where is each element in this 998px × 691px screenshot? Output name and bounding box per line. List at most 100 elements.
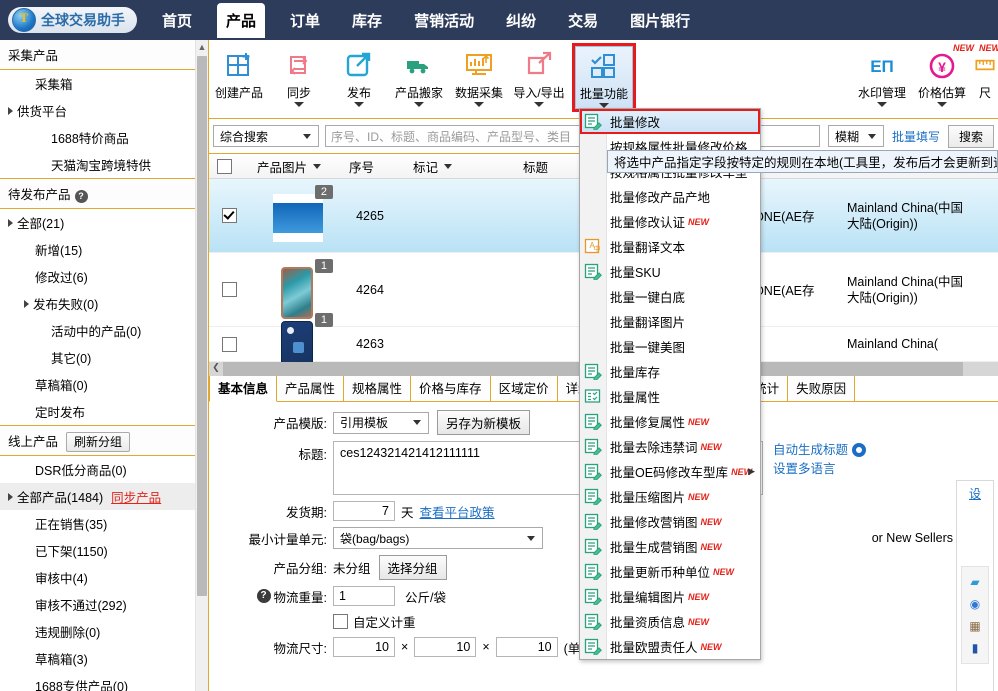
sidebar-item-2-4[interactable]: 审核中(4) (0, 564, 208, 591)
sidebar-item-1-6[interactable]: 草稿箱(0) (0, 371, 208, 398)
chevron-down-icon[interactable] (414, 102, 424, 107)
table-header-cell-0[interactable]: 产品图片 (249, 157, 341, 176)
menu-item-11[interactable]: 批量属性 (580, 384, 760, 409)
menu-item-18[interactable]: 批量更新币种单位 NEW (580, 559, 760, 584)
shipping-period-input[interactable]: 7 (333, 501, 395, 521)
sidebar-scrollbar[interactable]: ▲ (195, 40, 208, 691)
table-header-cell-2[interactable]: 标记 (405, 157, 515, 176)
tab-1[interactable]: 产品属性 (276, 373, 345, 401)
gear-icon[interactable] (852, 443, 867, 457)
sidebar-item-2-7[interactable]: 草稿箱(3) (0, 645, 208, 672)
sidebar-item-2-0[interactable]: DSR低分商品(0) (0, 456, 208, 483)
sidebar-item-2-6[interactable]: 违规删除(0) (0, 618, 208, 645)
sidebar-item-2-8[interactable]: 1688专供产品(0) (0, 672, 208, 691)
save-as-template-button[interactable]: 另存为新模板 (437, 410, 531, 435)
ribbon-button-6[interactable]: 批量功能 (572, 43, 636, 112)
tab-2[interactable]: 规格属性 (343, 373, 412, 401)
ribbon-button-4[interactable]: 数据采集 (449, 46, 509, 109)
sidebar-item-0-0[interactable]: 采集箱 (0, 70, 208, 97)
menu-item-0[interactable]: 批量修改 (580, 109, 760, 134)
scroll-up-icon[interactable]: ▲ (196, 40, 208, 54)
chevron-down-icon[interactable] (444, 163, 453, 169)
menu-item-17[interactable]: 批量生成营销图 NEW (580, 534, 760, 559)
table-header-cell-1[interactable]: 序号 (341, 157, 405, 176)
sidebar-item-0-1[interactable]: 供货平台 (0, 97, 208, 124)
scroll-left-icon[interactable]: ❮ (209, 362, 223, 373)
template-select[interactable]: 引用模板 (333, 411, 429, 434)
chevron-down-icon[interactable] (294, 102, 304, 107)
menu-item-16[interactable]: 批量修改营销图 NEW (580, 509, 760, 534)
ribbon-right-button-2[interactable]: 尺 NEW (972, 43, 998, 107)
chevron-down-icon[interactable] (534, 102, 544, 107)
ribbon-right-button-1[interactable]: ¥ 价格估算 NEW (912, 43, 974, 107)
tab-0[interactable]: 基本信息 (209, 373, 278, 402)
select-group-button[interactable]: 选择分组 (378, 555, 447, 580)
help-icon[interactable]: ? (74, 190, 88, 203)
search-button[interactable]: 搜索 (947, 124, 994, 148)
nav-item-5[interactable]: 纠纷 (499, 4, 543, 37)
sidebar-item-1-0[interactable]: 全部(21) (0, 209, 208, 236)
sidebar-item-1-5[interactable]: 其它(0) (0, 344, 208, 371)
menu-item-10[interactable]: 批量库存 (580, 359, 760, 384)
help-icon[interactable]: ? (256, 589, 271, 603)
match-mode-select[interactable]: 模糊 (827, 125, 884, 147)
sidebar-item-1-1[interactable]: 新增(15) (0, 236, 208, 263)
refresh-group-button[interactable]: 刷新分组 (66, 432, 131, 452)
sidebar-item-2-1[interactable]: 全部产品(1484) 同步产品 (0, 483, 208, 510)
nav-item-0[interactable]: 首页 (155, 4, 199, 37)
chevron-down-icon[interactable] (937, 102, 947, 107)
nav-item-6[interactable]: 交易 (561, 4, 605, 37)
ribbon-button-3[interactable]: 产品搬家 (389, 46, 449, 109)
image-thumb-4[interactable]: ▮ (964, 637, 986, 659)
size-height-input[interactable]: 10 (495, 637, 558, 657)
sync-products-link[interactable]: 同步产品 (111, 487, 161, 506)
image-thumb-3[interactable]: ▦ (964, 615, 986, 637)
sidebar-item-1-3[interactable]: 发布失败(0) (0, 290, 208, 317)
sidebar-item-2-5[interactable]: 审核不通过(292) (0, 591, 208, 618)
nav-item-4[interactable]: 营销活动 (407, 4, 481, 37)
sidebar-item-0-2[interactable]: 1688特价商品 (0, 124, 208, 151)
nav-item-1[interactable]: 产品 (217, 2, 266, 38)
sidebar-item-1-7[interactable]: 定时发布 (0, 398, 208, 425)
chevron-down-icon[interactable] (877, 102, 887, 107)
sidebar-item-2-3[interactable]: 已下架(1150) (0, 537, 208, 564)
row-checkbox[interactable] (221, 336, 237, 352)
expand-arrow-icon[interactable] (8, 492, 13, 501)
settings-link[interactable]: 设 (969, 487, 981, 501)
expand-arrow-icon[interactable] (8, 218, 13, 227)
multi-language-link[interactable]: 设置多语言 (773, 462, 836, 476)
nav-item-3[interactable]: 库存 (345, 4, 389, 37)
ribbon-button-2[interactable]: 发布 (329, 46, 389, 109)
image-thumb-2[interactable]: ◉ (964, 593, 986, 615)
menu-item-21[interactable]: 批量欧盟责任人 NEW (580, 634, 760, 659)
search-mode-select[interactable]: 综合搜索 (213, 125, 319, 147)
auto-generate-title-link[interactable]: 自动生成标题 (773, 443, 848, 457)
ribbon-button-0[interactable]: 创建产品 (209, 46, 269, 109)
expand-arrow-icon[interactable] (8, 106, 13, 115)
size-width-input[interactable]: 10 (414, 637, 477, 657)
select-all-checkbox[interactable] (217, 158, 232, 174)
nav-item-2[interactable]: 订单 (283, 4, 327, 37)
menu-item-14[interactable]: 批量OE码修改车型库 NEW ▶ (580, 459, 760, 484)
submenu-arrow-icon[interactable]: ▶ (748, 466, 755, 477)
menu-item-9[interactable]: 批量一键美图 (580, 334, 760, 359)
menu-item-8[interactable]: 批量翻译图片 (580, 309, 760, 334)
chevron-down-icon[interactable] (313, 163, 322, 169)
nav-item-7[interactable]: 图片银行 (623, 4, 697, 37)
size-length-input[interactable]: 10 (333, 637, 395, 657)
menu-item-6[interactable]: 批量SKU (580, 259, 760, 284)
sidebar-scroll-thumb[interactable] (197, 56, 207, 596)
menu-item-15[interactable]: 批量压缩图片 NEW (580, 484, 760, 509)
tab-3[interactable]: 价格与库存 (410, 373, 491, 401)
platform-policy-link[interactable]: 查看平台政策 (420, 502, 495, 521)
menu-item-5[interactable]: A 中批量翻译文本 (580, 234, 760, 259)
logistics-weight-input[interactable]: 1 (333, 586, 395, 606)
expand-arrow-icon[interactable] (24, 299, 29, 308)
sidebar-item-1-4[interactable]: 活动中的产品(0) (0, 317, 208, 344)
menu-item-7[interactable]: 批量一键白底 (580, 284, 760, 309)
batch-fill-link[interactable]: 批量填写 (892, 128, 940, 145)
menu-item-13[interactable]: 批量去除违禁词 NEW (580, 434, 760, 459)
chevron-down-icon[interactable] (474, 102, 484, 107)
menu-item-3[interactable]: 批量修改产品产地 (580, 184, 760, 209)
tab-9[interactable]: 失败原因 (787, 373, 856, 401)
